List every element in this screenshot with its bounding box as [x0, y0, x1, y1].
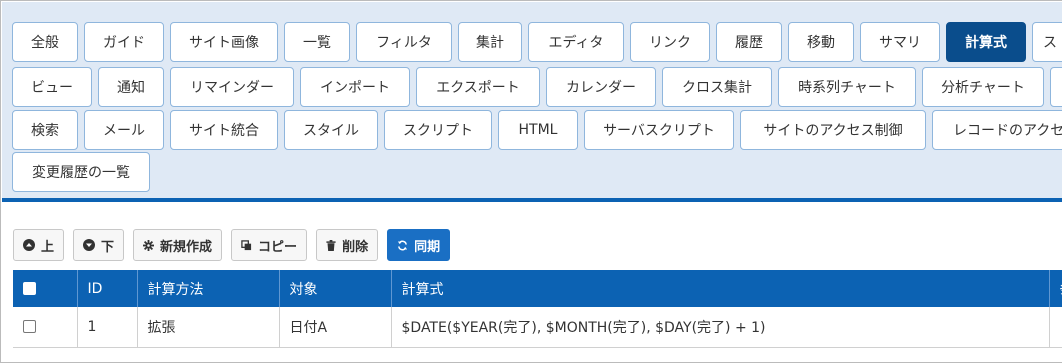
column-header-id[interactable]: ID: [77, 270, 138, 307]
move-down-button[interactable]: 下: [73, 229, 125, 261]
tab-move[interactable]: 移動: [788, 22, 854, 62]
tab-change-history-list[interactable]: 変更履歴の一覧: [12, 152, 150, 192]
tab-style-partial[interactable]: ス: [1032, 22, 1062, 62]
cell-formula: $DATE($YEAR(完了), $MONTH(完了), $DAY(完了) + …: [391, 307, 1050, 348]
tab-row-1: 全般 ガイド サイト画像 一覧 フィルタ 集計 エディタ リンク 履歴 移動 サ…: [12, 22, 1062, 62]
sync-label: 同期: [414, 239, 441, 255]
tab-link[interactable]: リンク: [630, 22, 710, 62]
tab-timeseries-chart[interactable]: 時系列チャート: [778, 67, 916, 107]
formula-table: ID 計算方法 対象 計算式 条 1 拡張 日付A $DATE($YEAR(完了…: [13, 270, 1062, 348]
tab-html[interactable]: HTML: [498, 110, 578, 150]
new-button[interactable]: 新規作成: [133, 229, 223, 261]
settings-tab-bar: 全般 ガイド サイト画像 一覧 フィルタ 集計 エディタ リンク 履歴 移動 サ…: [2, 2, 1062, 199]
tab-general[interactable]: 全般: [12, 22, 78, 62]
tab-notification[interactable]: 通知: [98, 67, 164, 107]
copy-label: コピー: [258, 239, 298, 255]
column-header-formula[interactable]: 計算式: [391, 270, 1050, 307]
column-header-target[interactable]: 対象: [279, 270, 392, 307]
tab-formula[interactable]: 計算式: [946, 22, 1026, 62]
table-row[interactable]: 1 拡張 日付A $DATE($YEAR(完了), $MONTH(完了), $D…: [13, 307, 1062, 348]
tab-list[interactable]: 一覧: [284, 22, 350, 62]
tab-row-2: ビュー 通知 リマインダー インポート エクスポート カレンダー クロス集計 時…: [12, 67, 1062, 107]
column-header-partial[interactable]: 条: [1049, 270, 1062, 307]
tab-calendar[interactable]: カレンダー: [546, 67, 656, 107]
tab-style[interactable]: スタイル: [284, 110, 378, 150]
tab-row-3: 検索 メール サイト統合 スタイル スクリプト HTML サーバスクリプト サイ…: [12, 110, 1062, 150]
cell-id: 1: [77, 307, 138, 348]
tab-filter[interactable]: フィルタ: [356, 22, 452, 62]
tab-content-separator: [2, 198, 1062, 202]
copy-icon: [241, 239, 252, 251]
delete-label: 削除: [342, 239, 369, 255]
sync-icon: [397, 240, 408, 251]
formula-toolbar: 上 下 新規作成 コピー 削除 同期: [13, 229, 451, 261]
tab-view[interactable]: ビュー: [12, 67, 92, 107]
tab-summary[interactable]: サマリ: [860, 22, 940, 62]
tab-script[interactable]: スクリプト: [384, 110, 492, 150]
arrow-down-circle-icon: [83, 239, 96, 251]
tab-site-integration[interactable]: サイト統合: [170, 110, 278, 150]
cell-method: 拡張: [137, 307, 280, 348]
tab-partial[interactable]: [1050, 67, 1062, 107]
tab-history[interactable]: 履歴: [716, 22, 782, 62]
row-select-cell: [13, 307, 78, 348]
move-down-label: 下: [101, 239, 115, 255]
tab-mail[interactable]: メール: [84, 110, 164, 150]
tab-export[interactable]: エクスポート: [416, 67, 540, 107]
tab-server-script[interactable]: サーバスクリプト: [584, 110, 734, 150]
tab-guide[interactable]: ガイド: [84, 22, 164, 62]
tab-crosstab[interactable]: クロス集計: [662, 67, 772, 107]
tab-import[interactable]: インポート: [300, 67, 410, 107]
tab-site-access-control[interactable]: サイトのアクセス制御: [740, 110, 926, 150]
delete-button[interactable]: 削除: [316, 229, 379, 261]
window-frame: 全般 ガイド サイト画像 一覧 フィルタ 集計 エディタ リンク 履歴 移動 サ…: [0, 0, 1062, 363]
tab-row-4: 変更履歴の一覧: [12, 152, 150, 192]
gear-icon: [143, 239, 155, 251]
cell-target: 日付A: [279, 307, 392, 348]
table-header-row: ID 計算方法 対象 計算式 条: [13, 270, 1062, 307]
arrow-up-circle-icon: [23, 239, 35, 251]
tab-search[interactable]: 検索: [12, 110, 78, 150]
tab-analysis-chart[interactable]: 分析チャート: [922, 67, 1044, 107]
copy-button[interactable]: コピー: [231, 229, 308, 261]
tab-site-image[interactable]: サイト画像: [170, 22, 278, 62]
row-checkbox[interactable]: [23, 320, 36, 334]
new-label: 新規作成: [160, 239, 213, 255]
move-up-button[interactable]: 上: [13, 229, 65, 261]
trash-icon: [326, 239, 336, 251]
tab-aggregation[interactable]: 集計: [458, 22, 522, 62]
tab-record-access-partial[interactable]: レコードのアクセ: [932, 110, 1062, 150]
column-header-method[interactable]: 計算方法: [137, 270, 280, 307]
select-all-checkbox[interactable]: [23, 282, 36, 295]
tab-editor[interactable]: エディタ: [528, 22, 624, 62]
select-all-header: [13, 270, 78, 307]
tab-reminder[interactable]: リマインダー: [170, 67, 294, 107]
cell-partial: [1049, 307, 1062, 348]
sync-button[interactable]: 同期: [387, 229, 451, 261]
move-up-label: 上: [41, 239, 55, 255]
